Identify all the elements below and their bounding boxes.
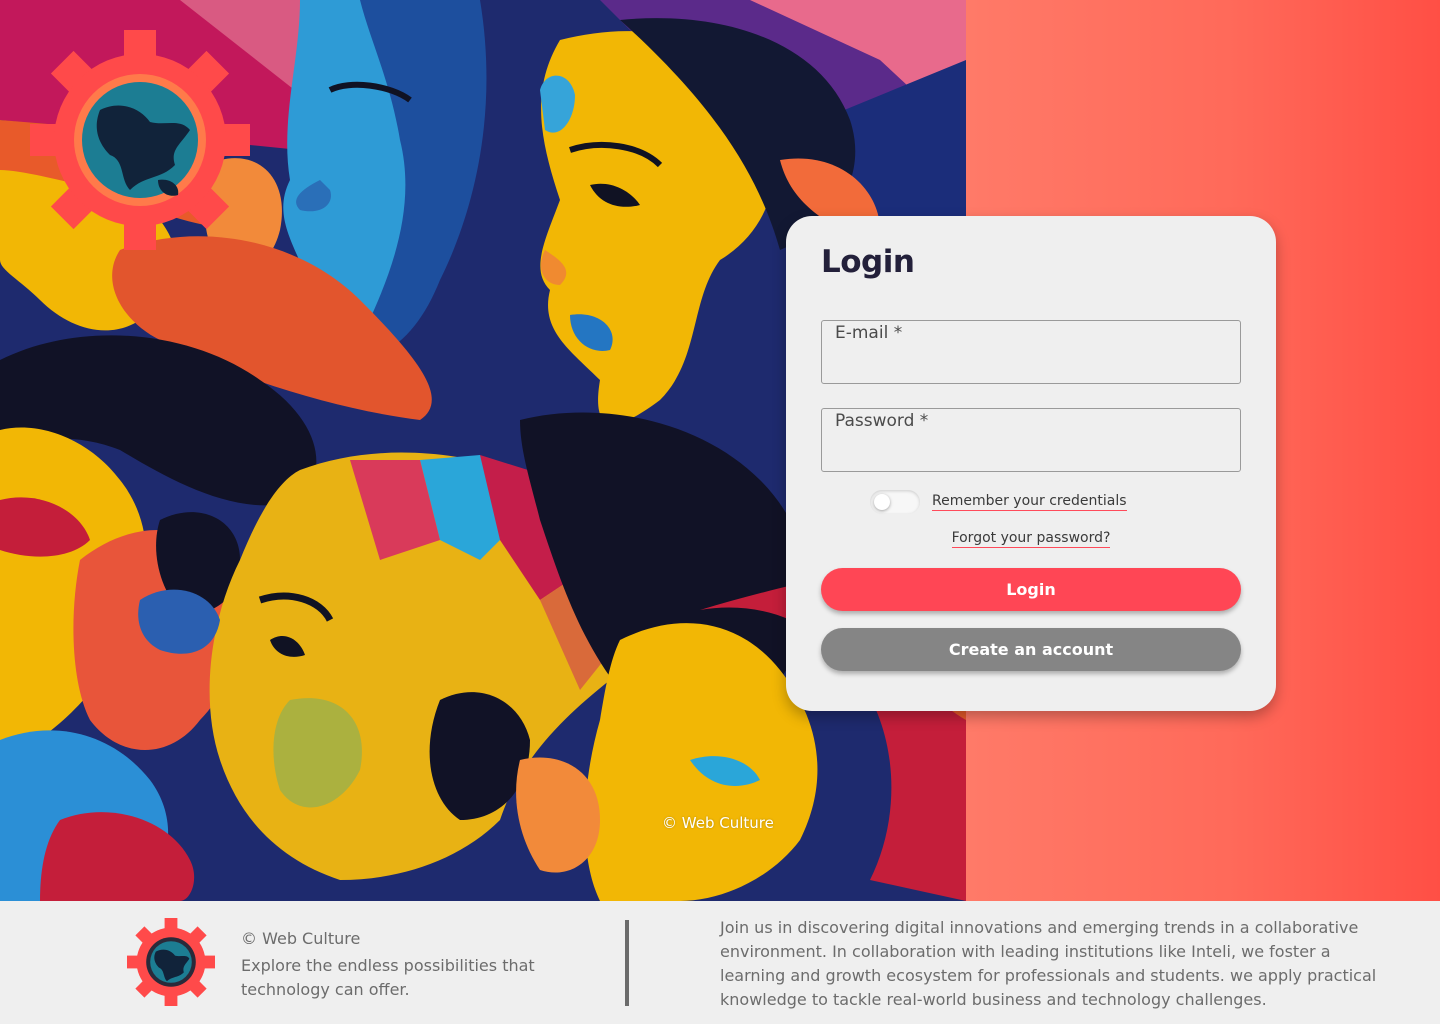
email-input[interactable] <box>835 353 1227 375</box>
password-label: Password * <box>835 411 929 431</box>
gear-globe-icon <box>30 30 250 250</box>
footer-divider <box>625 920 629 1006</box>
password-field[interactable]: Password * <box>821 408 1241 472</box>
login-card: Login E-mail * Password * Remember your … <box>786 216 1276 711</box>
footer: © Web Culture Explore the endless possib… <box>0 901 1440 1024</box>
remember-toggle[interactable] <box>870 490 920 514</box>
footer-about-text: Join us in discovering digital innovatio… <box>720 918 1377 1009</box>
login-title: Login <box>821 244 915 280</box>
forgot-row: Forgot your password? <box>786 527 1276 548</box>
remember-label[interactable]: Remember your credentials <box>932 493 1127 511</box>
hero-section: © Web Culture Login E-mail * Password * … <box>0 0 1440 901</box>
email-field[interactable]: E-mail * <box>821 320 1241 384</box>
art-credit-text: © Web Culture <box>662 814 774 832</box>
toggle-knob <box>874 494 890 510</box>
forgot-password-link[interactable]: Forgot your password? <box>951 530 1111 548</box>
create-account-button[interactable]: Create an account <box>821 628 1241 671</box>
email-label: E-mail * <box>835 323 903 343</box>
footer-gear-globe-icon <box>127 918 215 1006</box>
login-button[interactable]: Login <box>821 568 1241 611</box>
remember-row: Remember your credentials <box>870 490 1127 514</box>
footer-copyright: © Web Culture <box>241 929 361 948</box>
footer-tagline: Explore the endless possibilities that t… <box>241 956 535 999</box>
password-input[interactable] <box>835 441 1227 463</box>
